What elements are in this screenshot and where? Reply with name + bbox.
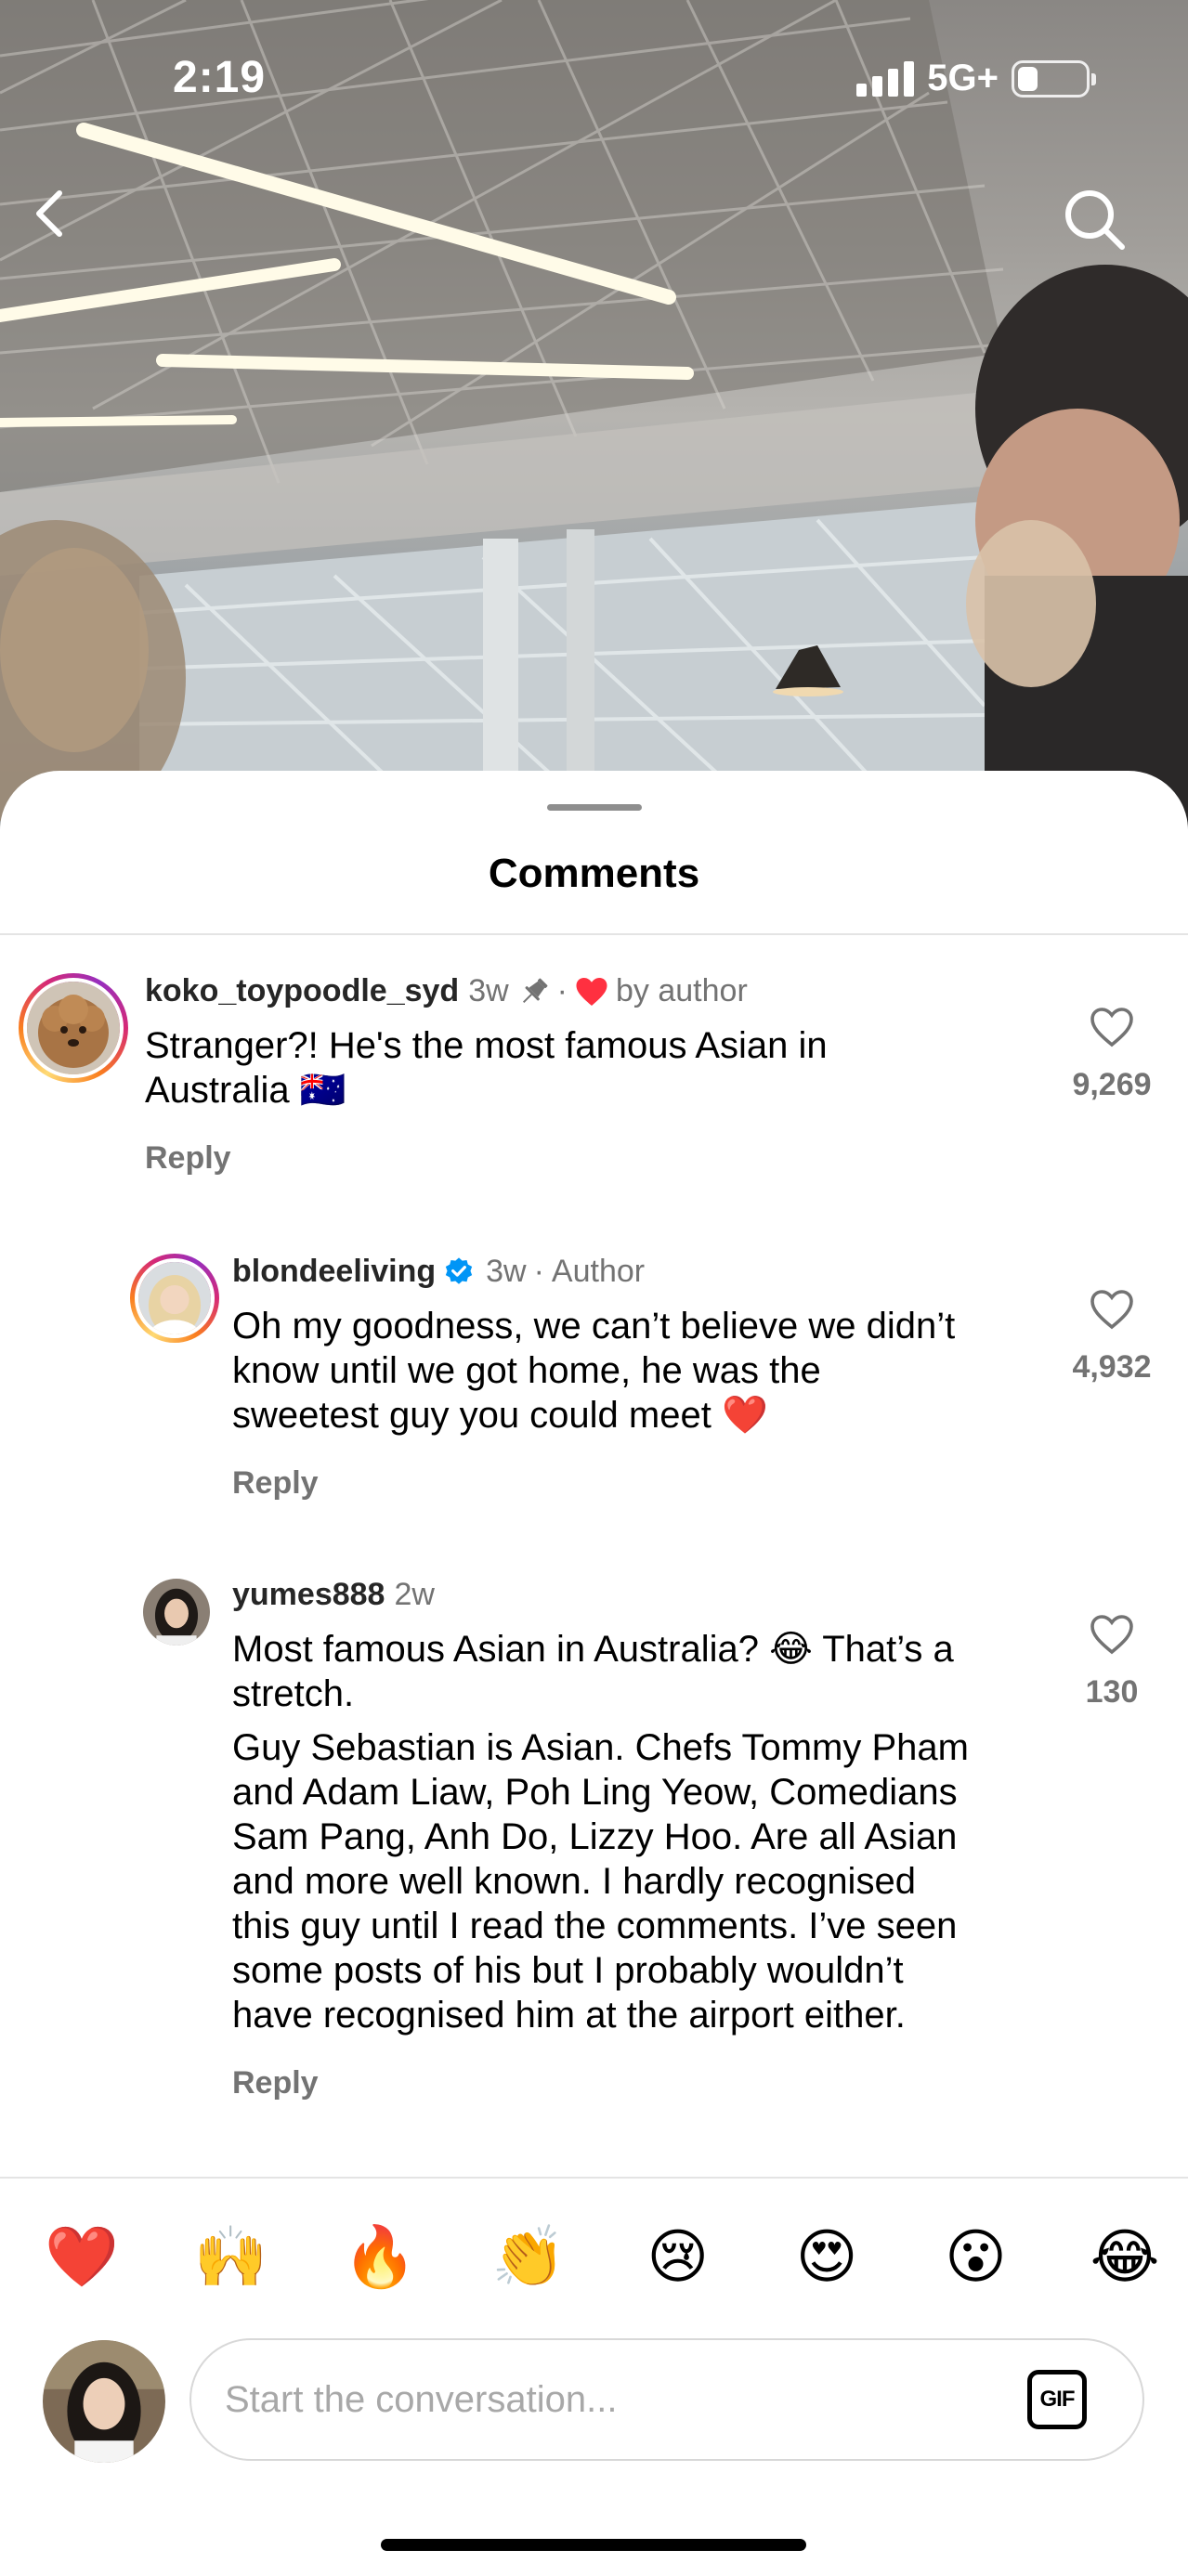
comments-sheet: Comments koko_toypoodle_syd 3w · by auth… bbox=[0, 771, 1188, 2576]
liked-by-author: by author bbox=[616, 973, 748, 1008]
avatar[interactable] bbox=[143, 1579, 210, 1646]
comment-time: 3w bbox=[486, 1254, 527, 1289]
user-avatar-image bbox=[43, 2340, 165, 2463]
video-background: 2:19 5G+ bbox=[0, 0, 1188, 836]
divider bbox=[0, 933, 1188, 935]
avatar[interactable] bbox=[130, 1254, 219, 1343]
emoji-raised-hands-button[interactable]: 🙌 bbox=[193, 2219, 268, 2294]
comment-text: Oh my goodness, we can’t believe we didn… bbox=[232, 1306, 956, 1436]
comment-time: 3w bbox=[468, 973, 509, 1008]
emoji-quick-bar: ❤️ 🙌 🔥 👏 😢 😍 😮 😂 bbox=[0, 2219, 1188, 2294]
comment-text: Stranger?! He's the most famous Asian in… bbox=[145, 1025, 828, 1111]
emoji-surprised-button[interactable]: 😮 bbox=[939, 2219, 1013, 2294]
divider bbox=[0, 2177, 1188, 2179]
blonde-avatar-image bbox=[138, 1262, 211, 1334]
comment-time: 2w bbox=[394, 1577, 435, 1612]
emoji-fire-button[interactable]: 🔥 bbox=[343, 2219, 417, 2294]
gif-button[interactable]: GIF bbox=[1027, 2370, 1087, 2429]
comment-text: Most famous Asian in Australia? 😂 That’s… bbox=[232, 1629, 969, 2036]
comment-composer: GIF bbox=[189, 2338, 1144, 2461]
pin-icon bbox=[522, 978, 548, 1003]
heart-outline-icon[interactable] bbox=[1090, 1614, 1134, 1655]
like-count: 130 bbox=[1085, 1674, 1139, 1710]
heart-outline-icon[interactable] bbox=[1090, 1289, 1134, 1330]
heart-filled-icon bbox=[576, 977, 607, 1006]
verified-badge-icon bbox=[445, 1256, 473, 1284]
yumes-avatar-image bbox=[143, 1579, 210, 1646]
search-icon bbox=[1065, 190, 1125, 250]
like-count: 4,932 bbox=[1072, 1349, 1152, 1385]
chevron-left-icon bbox=[36, 190, 62, 237]
comment-meta: yumes888 2w bbox=[232, 1577, 442, 1613]
current-user-avatar bbox=[43, 2340, 165, 2463]
like-control[interactable]: 130 bbox=[1058, 1614, 1166, 1711]
status-time: 2:19 bbox=[173, 53, 267, 102]
poodle-avatar-image bbox=[27, 982, 120, 1074]
sheet-grabber[interactable] bbox=[547, 804, 642, 811]
like-control[interactable]: 4,932 bbox=[1058, 1289, 1166, 1386]
reply-button[interactable]: Reply bbox=[232, 1465, 319, 1502]
comment-username[interactable]: koko_toypoodle_syd bbox=[145, 973, 459, 1009]
home-indicator[interactable] bbox=[381, 2539, 806, 2551]
comment-username[interactable]: blondeeliving bbox=[232, 1254, 436, 1290]
network-type: 5G+ bbox=[927, 58, 999, 98]
like-count: 9,269 bbox=[1072, 1067, 1152, 1102]
emoji-clap-button[interactable]: 👏 bbox=[491, 2219, 566, 2294]
sheet-title: Comments bbox=[488, 851, 700, 896]
like-control[interactable]: 9,269 bbox=[1058, 1007, 1166, 1103]
emoji-crying-button[interactable]: 😢 bbox=[641, 2219, 715, 2294]
comment-username[interactable]: yumes888 bbox=[232, 1577, 385, 1613]
battery-icon bbox=[1012, 59, 1096, 98]
back-button[interactable] bbox=[22, 186, 106, 269]
author-tag: Author bbox=[551, 1254, 646, 1289]
emoji-heart-eyes-button[interactable]: 😍 bbox=[790, 2219, 864, 2294]
avatar[interactable] bbox=[19, 973, 128, 1083]
cellular-signal-icon bbox=[856, 60, 915, 97]
comment-meta: koko_toypoodle_syd 3w · by author bbox=[145, 973, 748, 1009]
emoji-laughing-button[interactable]: 😂 bbox=[1088, 2219, 1162, 2294]
reply-button[interactable]: Reply bbox=[232, 2065, 319, 2101]
video-frame bbox=[0, 0, 1188, 836]
comment-input[interactable] bbox=[225, 2340, 986, 2459]
reply-button[interactable]: Reply bbox=[145, 1140, 231, 1177]
search-button[interactable] bbox=[1061, 186, 1144, 269]
status-indicators: 5G+ bbox=[856, 58, 1096, 99]
comment-meta: blondeeliving 3w · Author bbox=[232, 1254, 646, 1290]
heart-outline-icon[interactable] bbox=[1090, 1007, 1134, 1047]
emoji-heart-button[interactable]: ❤️ bbox=[45, 2219, 119, 2294]
